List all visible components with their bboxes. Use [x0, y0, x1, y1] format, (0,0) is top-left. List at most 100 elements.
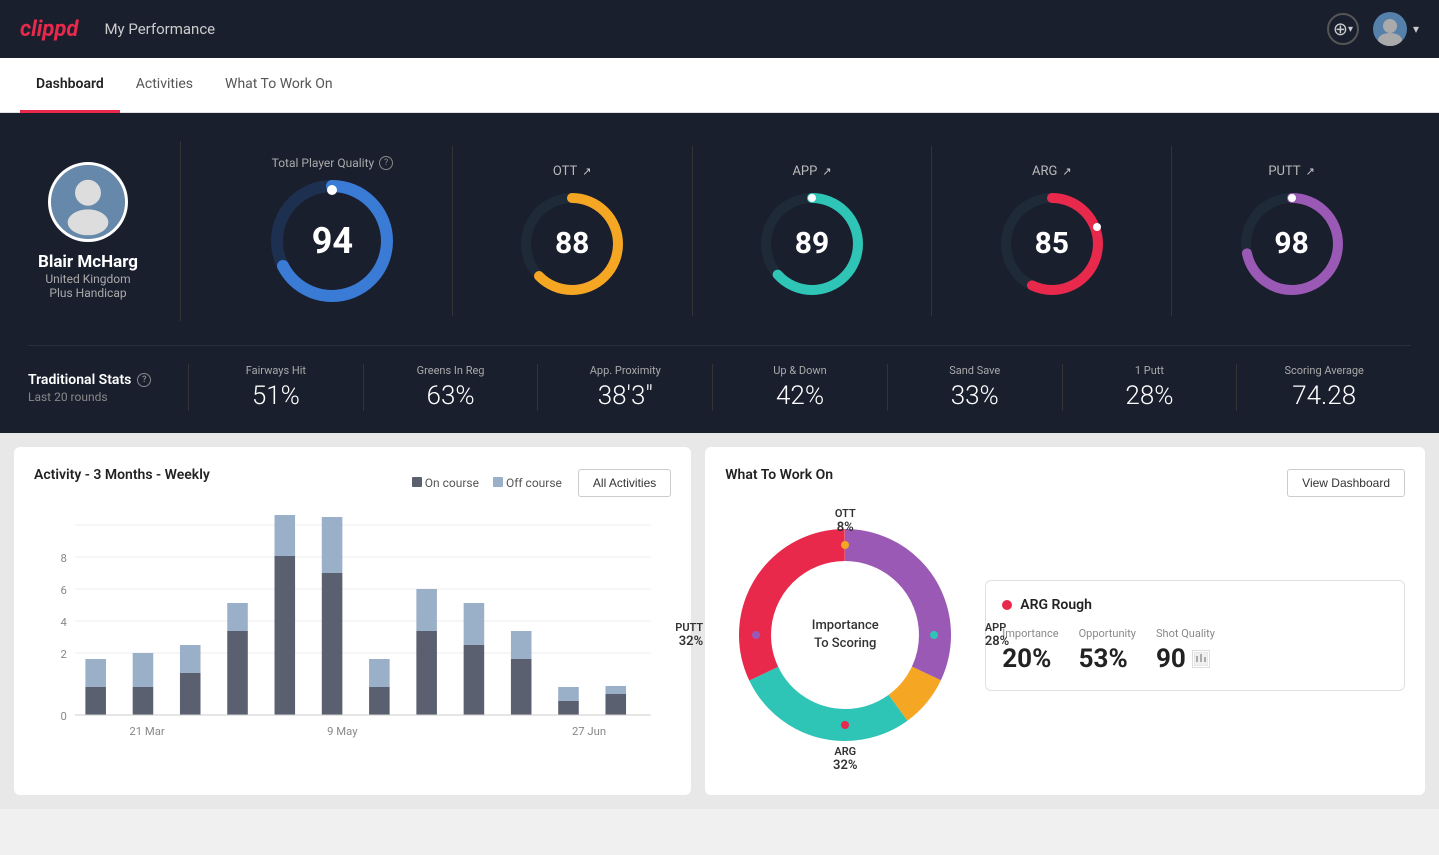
off-course-dot — [493, 477, 503, 487]
svg-text:9 May: 9 May — [327, 725, 358, 738]
opportunity-label: Opportunity — [1079, 627, 1136, 640]
hero-top: Blair McHarg United Kingdom Plus Handica… — [28, 141, 1411, 321]
vertical-divider — [180, 141, 181, 321]
importance-metric: Importance 20% — [1002, 627, 1058, 674]
ott-value: 88 — [555, 226, 589, 261]
player-name: Blair McHarg — [38, 252, 138, 272]
help-icon[interactable]: ? — [137, 373, 151, 387]
putt-ring: 98 — [1237, 189, 1347, 299]
stat-value: 74.28 — [1292, 381, 1356, 411]
stat-label: Scoring Average — [1284, 364, 1363, 377]
stat-greens: Greens In Reg 63% — [363, 364, 538, 411]
ott-ring: 88 — [517, 189, 627, 299]
app-ring: 89 — [757, 189, 867, 299]
stat-value: 28% — [1125, 381, 1173, 411]
stat-sandsave: Sand Save 33% — [887, 364, 1062, 411]
stat-value: 33% — [951, 381, 999, 411]
stat-value: 63% — [427, 381, 475, 411]
app-label: APP ↗ — [792, 164, 831, 179]
work-title: What To Work On — [725, 467, 833, 483]
bottom-panels: Activity - 3 Months - Weekly On course O… — [0, 433, 1439, 809]
activity-header: Activity - 3 Months - Weekly On course O… — [34, 467, 671, 499]
header: clippd My Performance ⊕ ▾ ▾ — [0, 0, 1439, 58]
stat-label: Sand Save — [949, 364, 1000, 377]
tpq-value: 94 — [312, 220, 353, 262]
activity-chart-svg: 0 2 4 6 8 — [34, 515, 671, 775]
logo: clippd — [20, 17, 78, 42]
traditional-stats: Traditional Stats ? Last 20 rounds Fairw… — [28, 345, 1411, 411]
importance-label: Importance — [1002, 627, 1058, 640]
score-app: APP ↗ 89 — [693, 146, 933, 316]
chart-area: 0 2 4 6 8 — [34, 515, 671, 775]
shot-quality-value: 90 — [1156, 644, 1215, 674]
player-country: United Kingdom — [45, 272, 130, 286]
opportunity-value: 53% — [1079, 644, 1136, 674]
on-course-dot — [412, 477, 422, 487]
tab-dashboard[interactable]: Dashboard — [20, 58, 120, 113]
importance-value: 20% — [1002, 644, 1058, 674]
header-right: ⊕ ▾ ▾ — [1327, 12, 1419, 46]
info-dot — [1002, 600, 1012, 610]
stat-updown: Up & Down 42% — [712, 364, 887, 411]
chevron-icon: ▾ — [1348, 24, 1353, 35]
player-info: Blair McHarg United Kingdom Plus Handica… — [28, 162, 148, 300]
info-metrics: Importance 20% Opportunity 53% Shot Qual… — [1002, 627, 1388, 674]
activity-title: Activity - 3 Months - Weekly — [34, 467, 210, 483]
legend-off-course: Off course — [493, 476, 562, 490]
avatar — [1373, 12, 1407, 46]
info-card: ARG Rough Importance 20% Opportunity 53%… — [985, 580, 1405, 691]
view-dashboard-button[interactable]: View Dashboard — [1287, 469, 1405, 497]
stat-value: 51% — [252, 381, 300, 411]
stat-fairways: Fairways Hit 51% — [188, 364, 363, 411]
svg-text:27 Jun: 27 Jun — [572, 725, 606, 738]
stat-label: Greens In Reg — [417, 364, 485, 377]
ott-label: OTT ↗ — [553, 164, 592, 179]
stat-value: 42% — [776, 381, 824, 411]
svg-text:6: 6 — [61, 584, 67, 597]
donut-chart: Importance To Scoring OTT8% APP28% ARG32… — [725, 515, 965, 755]
svg-text:2: 2 — [61, 648, 67, 661]
page-title: My Performance — [104, 20, 215, 38]
score-putt: PUTT ↗ 98 — [1172, 146, 1411, 316]
work-content: Importance To Scoring OTT8% APP28% ARG32… — [725, 515, 1405, 755]
user-menu[interactable]: ▾ — [1373, 12, 1419, 46]
plus-icon: ⊕ — [1333, 19, 1348, 40]
stat-label: Fairways Hit — [246, 364, 306, 377]
hero-section: Blair McHarg United Kingdom Plus Handica… — [0, 113, 1439, 433]
shot-quality-bar — [1192, 650, 1210, 668]
trad-subtitle: Last 20 rounds — [28, 390, 188, 404]
help-icon[interactable]: ? — [379, 156, 393, 170]
activity-panel: Activity - 3 Months - Weekly On course O… — [14, 447, 691, 795]
stat-label: Up & Down — [773, 364, 826, 377]
trad-title: Traditional Stats ? — [28, 372, 188, 388]
legend-on-course: On course — [412, 476, 479, 490]
all-activities-button[interactable]: All Activities — [578, 469, 671, 497]
tab-activities[interactable]: Activities — [120, 58, 209, 113]
arg-label: ARG ↗ — [1032, 164, 1072, 179]
stat-value: 38'3" — [598, 381, 653, 411]
arrow-icon: ↗ — [1062, 165, 1071, 178]
user-chevron-icon: ▾ — [1413, 22, 1419, 36]
score-section: Total Player Quality ? 94 OTT ↗ — [213, 146, 1411, 316]
activity-controls: On course Off course All Activities — [412, 469, 671, 497]
opportunity-metric: Opportunity 53% — [1079, 627, 1136, 674]
donut-svg — [725, 515, 965, 755]
score-arg: ARG ↗ 85 — [932, 146, 1172, 316]
tab-what-to-work-on[interactable]: What To Work On — [209, 58, 349, 113]
stat-scoring: Scoring Average 74.28 — [1236, 364, 1411, 411]
arrow-icon: ↗ — [1306, 165, 1315, 178]
arrow-icon: ↗ — [822, 165, 831, 178]
trad-label-block: Traditional Stats ? Last 20 rounds — [28, 372, 188, 404]
score-tpq: Total Player Quality ? 94 — [213, 146, 453, 316]
info-card-title: ARG Rough — [1002, 597, 1388, 613]
stat-proximity: App. Proximity 38'3" — [537, 364, 712, 411]
svg-text:4: 4 — [61, 616, 68, 629]
avatar — [48, 162, 128, 242]
app-value: 89 — [795, 226, 829, 261]
svg-text:8: 8 — [61, 552, 67, 565]
stat-label: 1 Putt — [1135, 364, 1164, 377]
arg-value: 85 — [1035, 226, 1069, 261]
svg-text:21 Mar: 21 Mar — [129, 725, 165, 738]
add-button[interactable]: ⊕ ▾ — [1327, 13, 1359, 45]
header-logo: clippd My Performance — [20, 17, 215, 42]
